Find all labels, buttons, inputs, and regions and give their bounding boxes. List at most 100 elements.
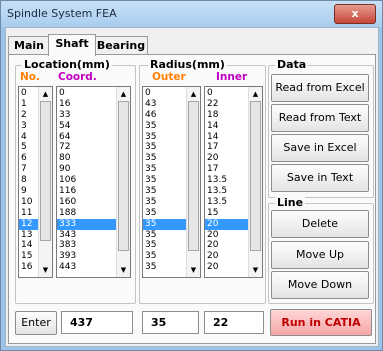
inner-input[interactable]: 22 bbox=[204, 311, 264, 334]
list-item[interactable]: 333 bbox=[57, 218, 116, 230]
list-item[interactable]: 20 bbox=[205, 153, 248, 164]
outer-input[interactable]: 35 bbox=[142, 311, 199, 334]
read-from-excel-button[interactable]: Read from Excel bbox=[271, 74, 369, 102]
list-item[interactable]: 35 bbox=[143, 262, 186, 273]
list-item[interactable]: 13.5 bbox=[205, 197, 248, 208]
list-item[interactable]: 116 bbox=[57, 186, 116, 197]
scroll-thumb[interactable] bbox=[188, 101, 199, 251]
list-item[interactable]: 443 bbox=[57, 262, 116, 273]
list-item[interactable]: 35 bbox=[143, 175, 186, 186]
list-item[interactable]: 13.5 bbox=[205, 186, 248, 197]
list-item[interactable]: 11 bbox=[19, 208, 38, 219]
save-in-excel-button[interactable]: Save in Excel bbox=[271, 134, 369, 162]
coord-scrollbar[interactable]: ▲ ▼ bbox=[116, 87, 130, 277]
scroll-down-arrow-icon[interactable]: ▼ bbox=[40, 264, 51, 276]
list-item[interactable]: 15 bbox=[19, 251, 38, 262]
list-item[interactable]: 35 bbox=[143, 142, 186, 153]
list-item[interactable]: 14 bbox=[19, 240, 38, 251]
list-item[interactable]: 16 bbox=[19, 262, 38, 273]
list-item[interactable]: 13.5 bbox=[205, 175, 248, 186]
list-item[interactable]: 17 bbox=[205, 142, 248, 153]
save-in-text-button[interactable]: Save in Text bbox=[271, 164, 369, 192]
list-item[interactable]: 0 bbox=[19, 88, 38, 99]
read-from-text-button[interactable]: Read from Text bbox=[271, 104, 369, 132]
list-item[interactable]: 20 bbox=[205, 230, 248, 241]
tab-bearing[interactable]: Bearing bbox=[94, 36, 148, 55]
list-item[interactable]: 35 bbox=[143, 208, 186, 219]
list-item[interactable]: 15 bbox=[205, 208, 248, 219]
list-item[interactable]: 13 bbox=[19, 230, 38, 241]
list-item[interactable]: 12 bbox=[19, 218, 38, 230]
list-item[interactable]: 4 bbox=[19, 132, 38, 143]
scroll-down-arrow-icon[interactable]: ▼ bbox=[188, 264, 199, 276]
list-item[interactable]: 0 bbox=[205, 88, 248, 99]
list-item[interactable]: 90 bbox=[57, 164, 116, 175]
list-item[interactable]: 188 bbox=[57, 208, 116, 219]
list-item[interactable]: 16 bbox=[57, 99, 116, 110]
list-item[interactable]: 2 bbox=[19, 110, 38, 121]
scroll-up-arrow-icon[interactable]: ▲ bbox=[250, 88, 261, 100]
list-item[interactable]: 35 bbox=[143, 186, 186, 197]
list-item[interactable]: 20 bbox=[205, 262, 248, 273]
list-item[interactable]: 14 bbox=[205, 121, 248, 132]
list-item[interactable]: 1 bbox=[19, 99, 38, 110]
no-listbox[interactable]: 0 1 2 3 4 5 6 7 8 9 10 11 12 13 14 15 16 ▲ ▼ bbox=[18, 86, 53, 278]
list-item[interactable]: 72 bbox=[57, 142, 116, 153]
list-item[interactable]: 54 bbox=[57, 121, 116, 132]
list-item[interactable]: 160 bbox=[57, 197, 116, 208]
list-item[interactable]: 393 bbox=[57, 251, 116, 262]
list-item[interactable]: 35 bbox=[143, 121, 186, 132]
scroll-down-arrow-icon[interactable]: ▼ bbox=[118, 264, 129, 276]
coord-listbox[interactable]: 0 16 33 54 64 72 80 90 106 116 160 188 333 343 383 393 4… bbox=[56, 86, 131, 278]
inner-listbox[interactable]: 0 22 18 14 14 17 20 17 13.5 13.5 13.5 15 20 20 20 20 20 … bbox=[204, 86, 263, 278]
coord-input[interactable]: 437 bbox=[61, 311, 133, 334]
list-item[interactable]: 46 bbox=[143, 110, 186, 121]
list-item[interactable]: 35 bbox=[143, 251, 186, 262]
list-item[interactable]: 35 bbox=[143, 197, 186, 208]
list-item[interactable]: 106 bbox=[57, 175, 116, 186]
run-in-catia-button[interactable]: Run in CATIA bbox=[270, 309, 372, 336]
list-item[interactable]: 5 bbox=[19, 142, 38, 153]
scroll-up-arrow-icon[interactable]: ▲ bbox=[188, 88, 199, 100]
list-item[interactable]: 35 bbox=[143, 153, 186, 164]
scroll-down-arrow-icon[interactable]: ▼ bbox=[250, 264, 261, 276]
list-item[interactable]: 343 bbox=[57, 230, 116, 241]
list-item[interactable]: 35 bbox=[143, 240, 186, 251]
list-item[interactable]: 20 bbox=[205, 240, 248, 251]
scroll-thumb[interactable] bbox=[40, 101, 51, 241]
close-button[interactable]: x bbox=[334, 4, 376, 24]
scroll-thumb[interactable] bbox=[250, 101, 261, 251]
list-item[interactable]: 35 bbox=[143, 218, 186, 230]
scroll-up-arrow-icon[interactable]: ▲ bbox=[40, 88, 51, 100]
list-item[interactable]: 20 bbox=[205, 218, 248, 230]
move-down-button[interactable]: Move Down bbox=[271, 271, 369, 299]
list-item[interactable]: 17 bbox=[205, 164, 248, 175]
inner-scrollbar[interactable]: ▲ ▼ bbox=[248, 87, 262, 277]
list-item[interactable]: 8 bbox=[19, 175, 38, 186]
list-item[interactable]: 0 bbox=[57, 88, 116, 99]
list-item[interactable]: 35 bbox=[143, 132, 186, 143]
list-item[interactable]: 18 bbox=[205, 110, 248, 121]
list-item[interactable]: 3 bbox=[19, 121, 38, 132]
list-item[interactable]: 10 bbox=[19, 197, 38, 208]
list-item[interactable]: 7 bbox=[19, 164, 38, 175]
move-up-button[interactable]: Move Up bbox=[271, 241, 369, 269]
list-item[interactable]: 35 bbox=[143, 164, 186, 175]
list-item[interactable]: 383 bbox=[57, 240, 116, 251]
list-item[interactable]: 43 bbox=[143, 99, 186, 110]
tab-main[interactable]: Main bbox=[8, 36, 50, 55]
outer-listbox[interactable]: 0 43 46 35 35 35 35 35 35 35 35 35 35 35 35 35 35 ▲ ▼ bbox=[142, 86, 201, 278]
list-item[interactable]: 0 bbox=[143, 88, 186, 99]
enter-button[interactable]: Enter bbox=[15, 311, 57, 335]
list-item[interactable]: 35 bbox=[143, 230, 186, 241]
outer-scrollbar[interactable]: ▲ ▼ bbox=[186, 87, 200, 277]
scroll-thumb[interactable] bbox=[118, 101, 129, 251]
no-scrollbar[interactable]: ▲ ▼ bbox=[38, 87, 52, 277]
list-item[interactable]: 6 bbox=[19, 153, 38, 164]
list-item[interactable]: 64 bbox=[57, 132, 116, 143]
list-item[interactable]: 22 bbox=[205, 99, 248, 110]
list-item[interactable]: 33 bbox=[57, 110, 116, 121]
list-item[interactable]: 80 bbox=[57, 153, 116, 164]
delete-button[interactable]: Delete bbox=[271, 210, 369, 238]
list-item[interactable]: 20 bbox=[205, 251, 248, 262]
